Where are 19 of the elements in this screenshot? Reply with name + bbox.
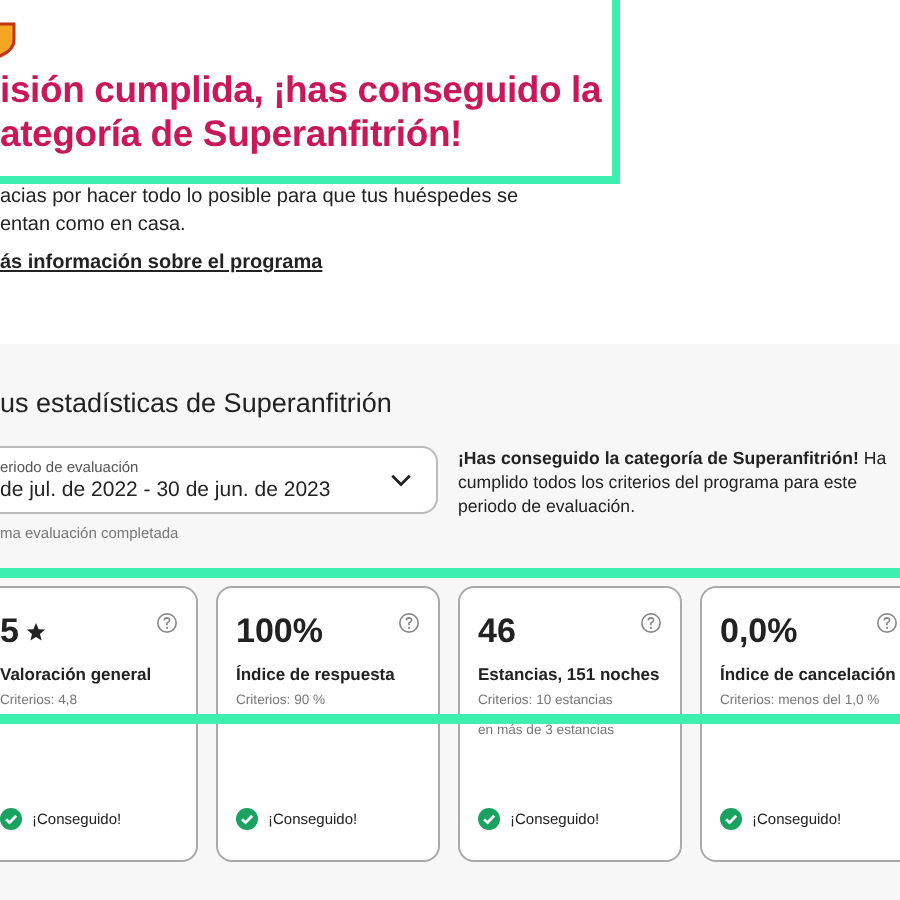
help-icon[interactable] bbox=[156, 612, 178, 634]
stat-value: 5 bbox=[0, 612, 19, 652]
stat-label: Índice de respuesta bbox=[236, 664, 397, 686]
help-icon[interactable] bbox=[876, 612, 898, 634]
stat-label: Valoración general bbox=[0, 664, 154, 686]
help-icon[interactable] bbox=[640, 612, 662, 634]
page-title: isión cumplida, ¡has conseguido la ategoría de Superanfitrión! bbox=[0, 68, 604, 156]
stat-value: 46 bbox=[478, 612, 516, 652]
stat-value: 100% bbox=[236, 612, 323, 652]
stat-value: 0,0% bbox=[720, 612, 798, 652]
program-info-link[interactable]: ás información sobre el programa bbox=[0, 252, 323, 274]
shield-icon bbox=[0, 20, 16, 60]
section-title: us estadísticas de Superanfitrión bbox=[0, 388, 394, 418]
description: acias por hacer todo lo posible para que tus huéspedes se entan como en casa. bbox=[0, 184, 521, 240]
achievement-message: ¡Has conseguido la categoría de Superanfitrión! Ha cumplido todos los criterios del programa para este periodo de evaluación. bbox=[458, 446, 887, 520]
stat-label: Índice de cancelación bbox=[720, 664, 898, 686]
chevron-icon bbox=[390, 473, 412, 487]
help-icon[interactable] bbox=[398, 612, 420, 634]
stat-label: Estancias, 151 noches bbox=[478, 664, 662, 686]
